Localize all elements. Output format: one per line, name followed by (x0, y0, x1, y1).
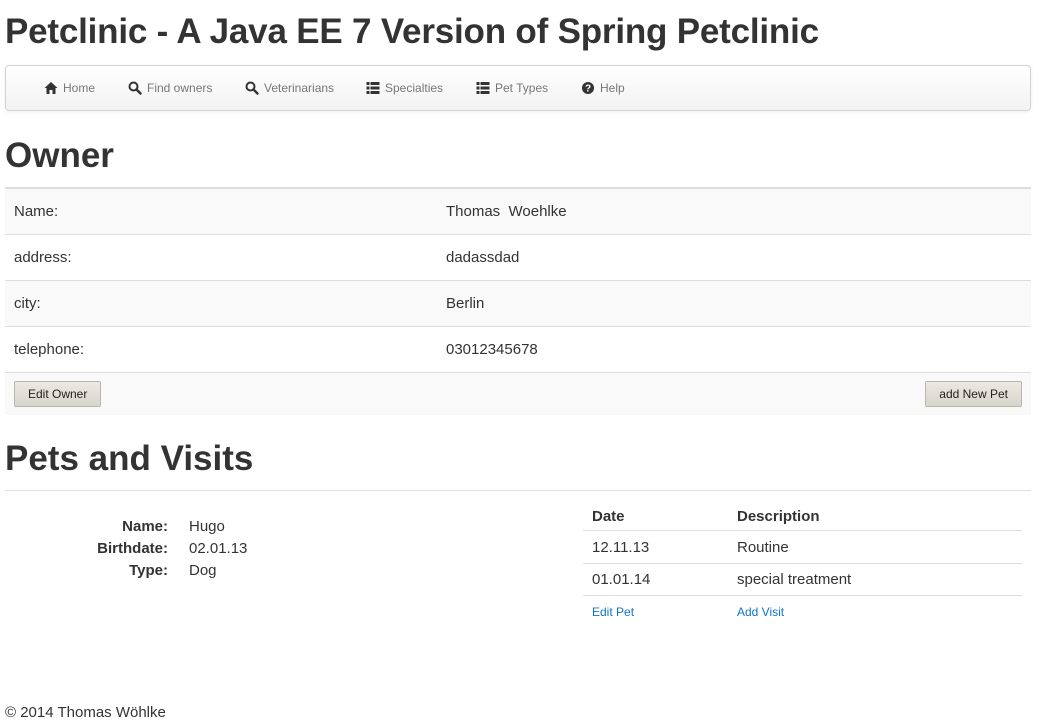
svg-text:?: ? (585, 84, 591, 95)
pet-details: Name: Hugo Birthdate: 02.01.13 Type: Dog (0, 518, 247, 584)
nav-label-help: Help (600, 81, 625, 95)
pet-field-label: Name: (122, 518, 168, 535)
list-icon (366, 81, 380, 95)
owner-row-telephone: telephone: 03012345678 (5, 327, 1031, 373)
nav-label-home: Home (63, 81, 96, 95)
edit-pet-link[interactable]: Edit Pet (592, 605, 634, 619)
nav-label-specialties: Specialties (385, 81, 444, 95)
pet-field-type: Type: Dog (0, 562, 247, 584)
navbar: Home Find owners Veterinarians Specialti… (5, 65, 1031, 111)
divider (5, 490, 1031, 491)
table-row: 12.11.13 Routine (583, 531, 1022, 563)
pet-field-label: Birthdate: (97, 540, 168, 557)
owner-actions: Edit Owner add New Pet (5, 373, 1031, 415)
app-title: Petclinic - A Java EE 7 Version of Sprin… (5, 12, 819, 51)
owner-row-address: address: dadassdad (5, 235, 1031, 281)
nav-item-help[interactable]: ? Help (581, 81, 625, 95)
add-visit-link[interactable]: Add Visit (737, 605, 784, 619)
pet-field-value: Dog (189, 562, 217, 579)
pet-field-label: Type: (129, 562, 168, 579)
nav-item-home[interactable]: Home (44, 81, 95, 95)
owner-details-table: Name: Thomas Woehlke address: dadassdad … (5, 187, 1031, 415)
nav-item-veterinarians[interactable]: Veterinarians (245, 81, 334, 95)
visit-date: 12.11.13 (592, 538, 650, 556)
visits-table: Date Description 12.11.13 Routine 01.01.… (583, 503, 1022, 628)
owner-label: address: (14, 249, 72, 266)
nav-label-veterinarians: Veterinarians (264, 81, 335, 95)
help-icon: ? (581, 81, 595, 95)
nav-item-specialties[interactable]: Specialties (366, 81, 443, 95)
visit-date: 01.01.14 (592, 571, 651, 588)
nav-label-pet-types: Pet Types (495, 81, 549, 95)
owner-value: Thomas Woehlke (446, 203, 567, 220)
owner-value: 03012345678 (446, 341, 538, 358)
nav-item-find-owners[interactable]: Find owners (128, 81, 212, 95)
column-header-description: Description (737, 508, 820, 525)
list-icon (476, 81, 490, 95)
owner-label: telephone: (14, 341, 85, 358)
nav-label-find-owners: Find owners (147, 81, 213, 95)
search-icon (128, 81, 142, 95)
nav-item-pet-types[interactable]: Pet Types (476, 81, 548, 95)
edit-owner-button[interactable]: Edit Owner (14, 381, 102, 407)
pet-field-value: 02.01.13 (189, 540, 248, 557)
owner-heading: Owner (5, 136, 114, 175)
pet-field-name: Name: Hugo (0, 518, 247, 540)
search-icon (245, 81, 259, 95)
owner-row-name: Name: Thomas Woehlke (5, 189, 1031, 235)
home-icon (44, 81, 58, 95)
visit-description: special treatment (737, 571, 852, 588)
pet-field-birthdate: Birthdate: 02.01.13 (0, 540, 247, 562)
footer-copyright: © 2014 Thomas Wöhlke (5, 704, 166, 721)
owner-value: Berlin (446, 295, 485, 312)
pet-field-value: Hugo (189, 518, 225, 535)
owner-row-city: city: Berlin (5, 281, 1031, 327)
column-header-date: Date (592, 508, 625, 525)
owner-value: dadassdad (446, 249, 520, 266)
table-row: 01.01.14 special treatment (583, 563, 1022, 595)
owner-label: Name: (14, 203, 59, 220)
visits-links-row: Edit Pet Add Visit (583, 595, 1022, 628)
pets-heading: Pets and Visits (5, 439, 254, 478)
owner-label: city: (14, 295, 41, 312)
visits-header-row: Date Description (583, 503, 1022, 531)
visit-description: Routine (737, 538, 789, 556)
add-new-pet-button[interactable]: add New Pet (925, 381, 1022, 407)
